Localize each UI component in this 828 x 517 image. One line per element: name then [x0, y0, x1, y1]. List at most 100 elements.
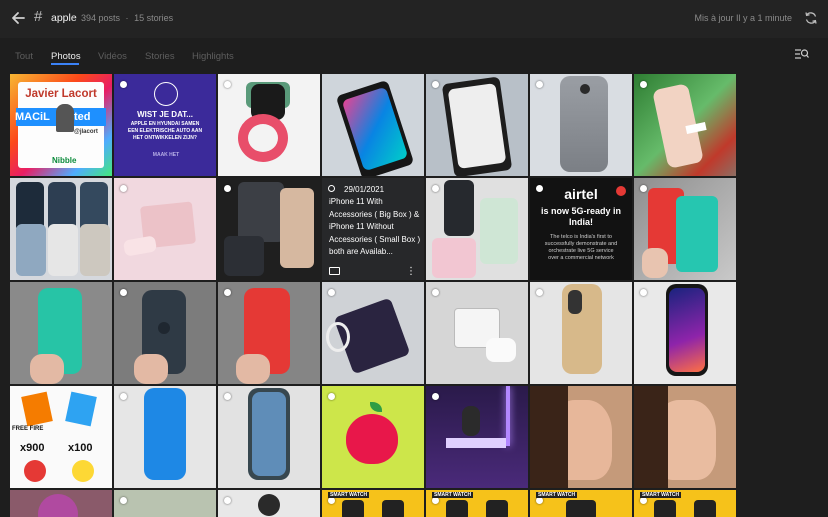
photo-tile-hovered[interactable]: 29/01/2021 iPhone 11 With Accessories ( … — [322, 178, 424, 280]
photo-tile[interactable]: WIST JE DAT... APPLE EN HYUNDAI SAMEN EE… — [114, 74, 216, 176]
photo-tile[interactable] — [426, 74, 528, 176]
tile-text: x100 — [68, 442, 93, 454]
tile-text: airtel — [564, 186, 598, 202]
select-indicator[interactable] — [120, 497, 127, 504]
select-indicator[interactable] — [432, 497, 439, 504]
photo-tile[interactable] — [634, 282, 736, 384]
photo-tile[interactable] — [218, 282, 320, 384]
tile-text-part: MACiL — [15, 111, 50, 123]
select-indicator[interactable] — [328, 185, 335, 192]
photo-tile[interactable]: FREE FIRE x900 x100 — [10, 386, 112, 488]
select-indicator[interactable] — [224, 289, 231, 296]
tile-text: WIST JE DAT... — [137, 110, 193, 119]
active-tab-indicator — [51, 63, 79, 65]
select-indicator[interactable] — [536, 289, 543, 296]
photo-tile[interactable] — [218, 386, 320, 488]
photo-tile[interactable] — [114, 386, 216, 488]
select-indicator[interactable] — [120, 289, 127, 296]
photo-tile[interactable] — [530, 386, 632, 488]
photo-tile[interactable] — [634, 386, 736, 488]
select-indicator[interactable] — [640, 185, 647, 192]
hash-icon: # — [34, 8, 43, 25]
photo-tile[interactable] — [426, 178, 528, 280]
tile-text: SMART WATCH — [432, 492, 474, 498]
photo-tile[interactable]: airtel is now 5G-ready in India! The tel… — [530, 178, 632, 280]
select-indicator[interactable] — [536, 185, 543, 192]
tile-text: Nibble — [52, 156, 77, 165]
photo-tile[interactable] — [530, 282, 632, 384]
photo-tile[interactable]: Javier Lacort MACiL ated @jlacort Nibble — [10, 74, 112, 176]
tab-videos[interactable]: Vidéos — [98, 51, 127, 62]
photo-tile[interactable] — [426, 386, 528, 488]
post-caption: iPhone 11 With Accessories ( Big Box ) &… — [329, 197, 421, 256]
filter-search-icon[interactable] — [795, 48, 809, 60]
tile-text: SMART WATCH — [328, 492, 370, 498]
select-indicator[interactable] — [224, 185, 231, 192]
photo-tile[interactable] — [10, 178, 112, 280]
photo-tile[interactable] — [634, 178, 736, 280]
post-date: 29/01/2021 — [344, 185, 385, 194]
posts-count: 394 posts — [81, 13, 121, 23]
select-indicator[interactable] — [328, 393, 335, 400]
photo-tile[interactable] — [10, 490, 112, 517]
tile-text: is now 5G-ready in India! — [540, 206, 622, 227]
photo-tile[interactable]: SMART WATCH — [322, 490, 424, 517]
select-indicator[interactable] — [224, 81, 231, 88]
tile-text: FREE FIRE — [12, 426, 44, 432]
tile-text: The telco is India's first to successful… — [544, 234, 618, 261]
photo-tile[interactable] — [10, 282, 112, 384]
tile-text: @jlacort — [74, 129, 98, 135]
select-indicator[interactable] — [224, 497, 231, 504]
select-indicator[interactable] — [536, 81, 543, 88]
photo-tile[interactable] — [218, 178, 320, 280]
tab-photos[interactable]: Photos — [51, 51, 81, 62]
select-indicator[interactable] — [432, 81, 439, 88]
tile-text: MACiL ated — [15, 111, 90, 123]
photo-tile[interactable] — [114, 490, 216, 517]
select-indicator[interactable] — [640, 497, 647, 504]
tab-stories[interactable]: Stories — [145, 51, 175, 62]
photo-tile[interactable]: SMART WATCH — [530, 490, 632, 517]
photo-tile[interactable] — [530, 74, 632, 176]
tile-text: SMART WATCH — [640, 492, 682, 498]
stories-count: 15 stories — [134, 13, 174, 23]
hashtag-stats: 394 posts · 15 stories — [81, 13, 173, 23]
photo-tile[interactable] — [322, 74, 424, 176]
photo-tile[interactable] — [426, 282, 528, 384]
select-indicator[interactable] — [120, 393, 127, 400]
photo-tile[interactable] — [218, 490, 320, 517]
select-indicator[interactable] — [432, 185, 439, 192]
photo-tile[interactable] — [114, 282, 216, 384]
select-indicator[interactable] — [120, 185, 127, 192]
select-indicator[interactable] — [328, 289, 335, 296]
photo-tile[interactable] — [114, 178, 216, 280]
select-indicator[interactable] — [640, 289, 647, 296]
photo-tile[interactable]: SMART WATCH — [634, 490, 736, 517]
photo-tile[interactable] — [634, 74, 736, 176]
stats-separator: · — [125, 13, 129, 23]
more-vertical-icon[interactable]: ⋮ — [406, 267, 416, 277]
tile-text: x900 — [20, 442, 45, 454]
select-indicator[interactable] — [640, 81, 647, 88]
select-indicator[interactable] — [432, 289, 439, 296]
photo-tile[interactable] — [322, 386, 424, 488]
select-indicator[interactable] — [224, 393, 231, 400]
tab-all[interactable]: Tout — [15, 51, 33, 62]
select-indicator[interactable] — [432, 393, 439, 400]
tile-text: SMART WATCH — [536, 492, 578, 498]
tile-text: MAAK HET — [152, 152, 180, 158]
photo-tile[interactable] — [218, 74, 320, 176]
tile-text: APPLE EN HYUNDAI SAMEN EEN ELEKTRISCHE A… — [127, 121, 203, 141]
tile-text: Javier Lacort — [25, 88, 97, 100]
photo-tile[interactable]: SMART WATCH — [426, 490, 528, 517]
select-indicator[interactable] — [328, 497, 335, 504]
back-arrow-icon[interactable] — [9, 8, 29, 28]
folder-icon[interactable] — [329, 267, 340, 275]
select-indicator[interactable] — [120, 81, 127, 88]
photo-tile[interactable] — [322, 282, 424, 384]
refresh-icon[interactable] — [804, 11, 818, 25]
top-bar: # apple 394 posts · 15 stories Mis à jou… — [0, 0, 828, 38]
select-indicator[interactable] — [536, 497, 543, 504]
tab-highlights[interactable]: Highlights — [192, 51, 234, 62]
content-tabs: Tout Photos Vidéos Stories Highlights — [0, 38, 828, 68]
